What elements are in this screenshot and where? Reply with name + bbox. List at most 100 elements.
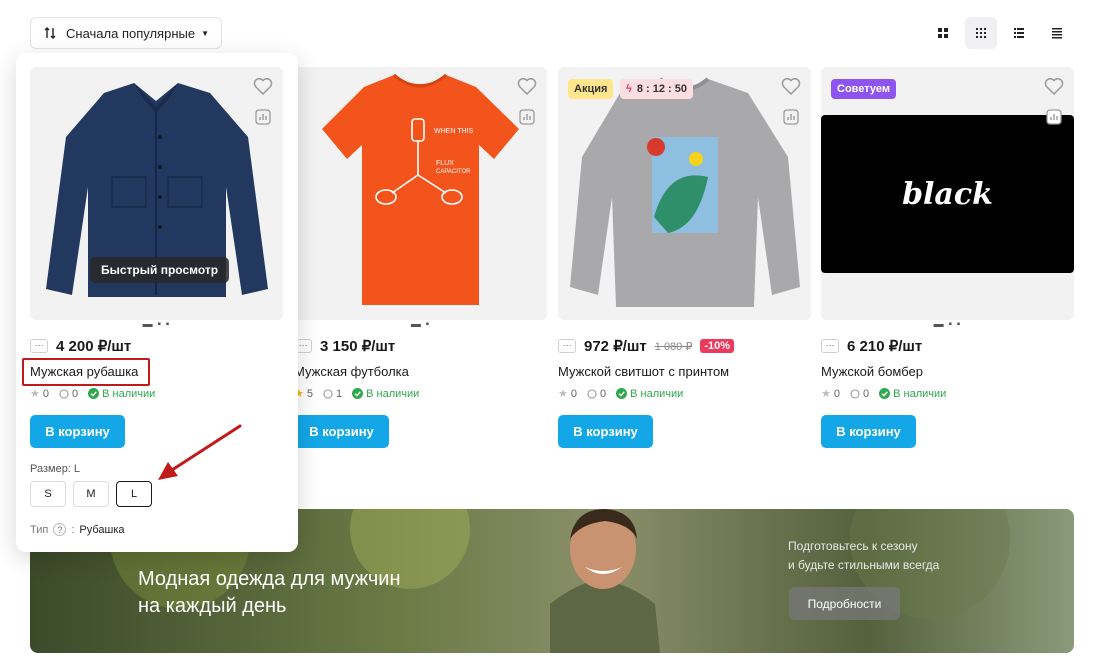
price: 972 ₽/шт [584,338,647,355]
stock-status: В наличии [879,388,946,400]
rating-value: 0 [570,387,577,400]
check-circle-icon [879,388,891,399]
price-row: ··· 6 210 ₽/шт [821,337,922,355]
add-to-cart-button[interactable]: В корзину [558,415,653,448]
table-icon [1052,28,1062,39]
stock-label: В наличии [630,387,684,400]
lightning-icon: ϟ [626,83,632,95]
recommend-badge: Советуем [831,79,896,99]
product-image[interactable]: black Советуем [821,67,1074,320]
chevron-down-icon: ▼ [201,28,209,38]
bomber-image: black [821,115,1074,273]
comment-icon [587,388,597,399]
svg-text:CAPACITOR: CAPACITOR [436,169,471,175]
product-image[interactable]: Акция ϟ 8 : 12 : 50 [558,67,811,320]
banner-subtitle-line: Подготовьтесь к сезону [788,539,918,553]
image-pagination-icon[interactable]: ▬ ▪ ▪ [934,319,962,330]
product-image[interactable]: Быстрый просмотр [30,67,283,320]
banner-subtitle: Подготовьтесь к сезону и будьте стильным… [788,537,939,575]
sweatshirt-image [570,77,800,307]
compare-icon[interactable] [783,109,799,125]
list-icon [1014,28,1024,38]
sort-dropdown[interactable]: Сначала популярные ▼ [30,17,222,49]
type-value: Рубашка [79,523,125,536]
price: 4 200 ₽/шт [56,338,132,355]
stock-label: В наличии [366,387,420,400]
help-icon[interactable]: ? [53,523,67,536]
price-row: ··· 972 ₽/шт 1 080 ₽ -10% [558,337,735,355]
banner-subtitle-line: и будьте стильными всегда [788,558,940,572]
compare-icon[interactable] [255,109,271,125]
heart-icon[interactable] [253,77,273,95]
more-dots-icon[interactable]: ··· [30,339,48,353]
size-option-m[interactable]: M [73,481,109,507]
product-type-row: Тип ? : Рубашка [30,523,125,536]
size-option-s[interactable]: S [30,481,66,507]
banner-details-button[interactable]: Подробности [789,587,900,620]
product-card: Акция ϟ 8 : 12 : 50 ··· 972 ₽/шт 1 080 ₽ … [558,67,811,448]
banner-title-line: Модная одежда для мужчин [138,568,401,590]
view-list-button[interactable] [1003,17,1035,49]
product-name[interactable]: Мужская футболка [294,364,409,379]
rating-value: 0 [42,387,49,400]
price: 3 150 ₽/шт [320,338,396,355]
sort-label: Сначала популярные [66,25,196,41]
product-card: black Советуем ▬ ▪ ▪ ··· 6 210 ₽/шт Мужс… [821,67,1074,448]
highlight-box [22,358,150,386]
view-grid-small-button[interactable] [965,17,997,49]
image-pagination-icon[interactable]: ▬ ▪ [411,319,430,330]
timer-badge: ϟ 8 : 12 : 50 [620,79,693,99]
heart-icon[interactable] [1044,77,1064,95]
banner-title: Модная одежда для мужчин на каждый день [138,566,401,620]
product-name[interactable]: Мужской бомбер [821,364,923,379]
product-name[interactable]: Мужская рубашка [22,358,150,386]
stock-status: В наличии [88,388,155,400]
heart-icon[interactable] [781,77,801,95]
price: 6 210 ₽/шт [847,338,923,355]
quick-view-button[interactable]: Быстрый просмотр [90,257,230,283]
price-row: ··· 4 200 ₽/шт [30,337,131,355]
reviews-count: 0 [863,387,870,400]
stock-status: В наличии [616,388,683,400]
compare-icon[interactable] [519,109,535,125]
add-to-cart-button[interactable]: В корзину [30,415,125,448]
sale-badge: Акция [568,79,614,99]
stock-status: В наличии [352,388,419,400]
grid-large-icon [938,28,948,38]
add-to-cart-button[interactable]: В корзину [294,415,389,448]
view-switcher [927,17,1073,49]
star-icon: ★ [821,388,831,400]
product-name[interactable]: Мужской свитшот с принтом [558,364,729,379]
reviews-count: 1 [336,387,343,400]
rating-value: 0 [833,387,840,400]
price-row: ··· 3 150 ₽/шт [294,337,395,355]
comment-icon [850,388,860,399]
image-brand-text: black [902,176,993,212]
stock-label: В наличии [893,387,947,400]
size-label: Размер: L [30,463,81,475]
check-circle-icon [616,388,628,399]
star-icon: ★ [558,388,568,400]
product-card: WHEN THIS FLUX CAPACITOR ▬ ▪ ··· 3 150 ₽… [294,67,547,448]
grid-small-icon [976,28,986,38]
more-dots-icon[interactable]: ··· [558,339,576,353]
stock-label: В наличии [102,387,156,400]
product-meta: ★ 5 1 В наличии [294,387,419,401]
check-circle-icon [88,388,100,399]
add-to-cart-button[interactable]: В корзину [821,415,916,448]
image-pagination-icon[interactable]: ▬ ▪ ▪ [143,319,171,330]
reviews-count: 0 [600,387,607,400]
comment-icon [323,388,333,399]
rating-value: 5 [306,387,313,400]
more-dots-icon[interactable]: ··· [821,339,839,353]
view-grid-large-button[interactable] [927,17,959,49]
compare-icon[interactable] [1046,109,1062,125]
svg-text:FLUX: FLUX [436,160,454,167]
tshirt-image: WHEN THIS FLUX CAPACITOR [322,73,519,305]
size-option-l[interactable]: L [116,481,152,507]
reviews-count: 0 [72,387,79,400]
old-price: 1 080 ₽ [654,340,693,353]
heart-icon[interactable] [517,77,537,95]
product-image[interactable]: WHEN THIS FLUX CAPACITOR [294,67,547,320]
view-table-button[interactable] [1041,17,1073,49]
